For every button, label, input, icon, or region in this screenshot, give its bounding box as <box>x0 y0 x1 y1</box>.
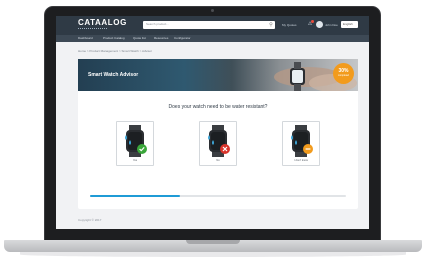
option-label: Yes <box>132 159 138 162</box>
logo[interactable]: CATAALOG <box>78 19 127 27</box>
footer-copyright: Copyright © 2017 <box>78 218 102 222</box>
progress-bar <box>90 195 346 197</box>
camera-icon <box>211 9 214 12</box>
advisor-card: Smart Watch Advisor 30% completed Does y… <box>78 59 358 209</box>
watch-icon <box>208 125 230 157</box>
laptop-notch <box>186 240 240 244</box>
search-input[interactable]: Search product... ⚲ <box>143 21 275 29</box>
user-name[interactable]: John Doe <box>325 23 338 27</box>
completion-badge: 30% completed <box>333 63 354 84</box>
option-label: No <box>216 159 220 162</box>
stage: CATAALOG Search product... ⚲ My Quotes ⚠… <box>0 0 426 264</box>
notification-dot <box>311 20 314 23</box>
search-placeholder: Search product... <box>146 22 169 26</box>
advisor-banner: Smart Watch Advisor 30% completed <box>78 59 358 91</box>
sub-navigation: Dashboard Product Catalog Quote list Res… <box>56 35 369 42</box>
progress-fill <box>90 195 180 197</box>
app-header: CATAALOG Search product... ⚲ My Quotes ⚠… <box>56 16 369 35</box>
option-no[interactable]: No <box>199 121 237 166</box>
nav-quote-list[interactable]: Quote list <box>133 36 146 41</box>
option-label: I don't know <box>294 159 308 162</box>
advisor-title: Smart Watch Advisor <box>88 72 139 78</box>
avatar[interactable] <box>316 21 323 28</box>
option-dont-know[interactable]: I don't know <box>282 121 320 166</box>
language-select[interactable]: English <box>341 21 358 28</box>
watch-icon <box>125 125 147 157</box>
search-icon[interactable]: ⚲ <box>268 22 274 28</box>
nav-product-catalog[interactable]: Product Catalog <box>103 36 125 41</box>
question-text: Does your watch need to be water resista… <box>168 104 268 110</box>
nav-resources[interactable]: Resources <box>154 36 168 41</box>
option-yes[interactable]: Yes <box>116 121 154 166</box>
watch-icon <box>291 125 313 157</box>
my-quotes-link[interactable]: My Quotes <box>282 23 297 27</box>
breadcrumb[interactable]: Home > Product Management > Smart Watch … <box>78 49 152 53</box>
screen: CATAALOG Search product... ⚲ My Quotes ⚠… <box>56 16 369 229</box>
completion-label: completed <box>337 74 350 77</box>
nav-configurator[interactable]: Configurator <box>174 36 191 41</box>
laptop-shadow <box>20 252 406 257</box>
nav-dashboard[interactable]: Dashboard <box>78 36 93 41</box>
logo-underline <box>78 28 107 30</box>
